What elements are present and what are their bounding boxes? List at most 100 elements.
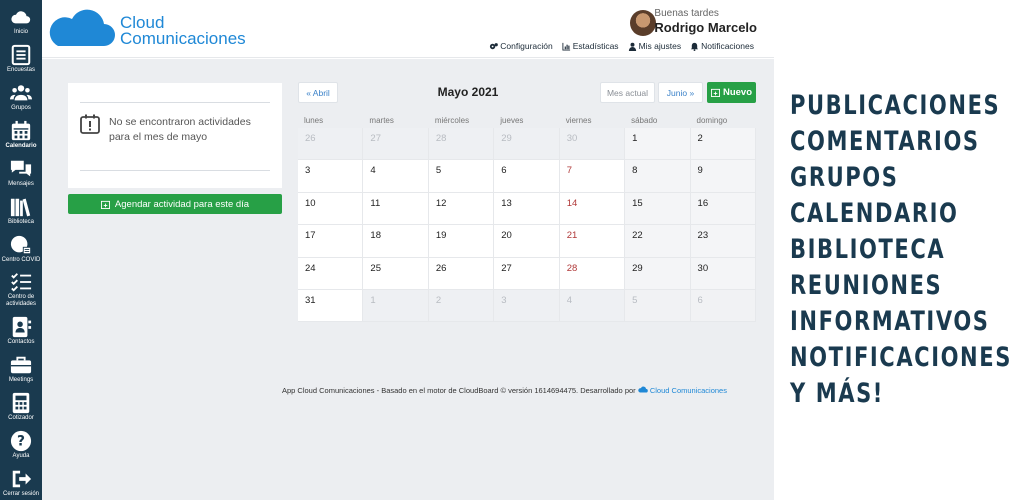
promo-line: REUNIONES — [790, 270, 943, 301]
weekday-label: lunes — [298, 113, 364, 128]
calendar-day[interactable]: 11 — [363, 192, 429, 226]
sidebar-item-contactos[interactable]: Contactos — [0, 316, 42, 346]
sidebar-item-biblioteca[interactable]: Biblioteca — [0, 196, 42, 226]
sidebar-item-covid[interactable]: Centro COVID — [0, 234, 42, 264]
logout-icon — [12, 470, 32, 488]
cloud-icon — [11, 11, 31, 24]
brand-line2: Comunicaciones — [120, 29, 246, 48]
brand-name[interactable]: Cloud Comunicaciones — [120, 14, 246, 48]
calendar-day[interactable]: 24 — [298, 257, 364, 290]
calendar-title: Mayo 2021 — [437, 85, 499, 99]
calendar-day[interactable]: 1 — [625, 128, 691, 161]
footer-link[interactable]: Cloud Comunicaciones — [650, 386, 727, 395]
calendar-day[interactable]: 26 — [428, 257, 495, 290]
calendar-day[interactable]: 31 — [298, 289, 364, 323]
promo-line: Y MÁS! — [790, 378, 884, 409]
nav-mis-ajustes-label: Mis ajustes — [638, 41, 682, 51]
sidebar-item-meetings[interactable]: Meetings — [0, 354, 42, 384]
chart-icon — [562, 42, 570, 51]
avatar[interactable] — [630, 10, 656, 36]
calendar-day[interactable]: 13 — [494, 192, 560, 226]
new-activity-button[interactable]: Nuevo — [707, 82, 756, 103]
main-content: No se encontraron actividades para el me… — [42, 59, 774, 500]
calendar-day[interactable]: 15 — [625, 192, 691, 226]
weekday-label: viernes — [559, 113, 626, 128]
calendar-day[interactable]: 20 — [494, 225, 560, 258]
calendar-day[interactable]: 2 — [690, 128, 756, 161]
sidebar-item-grupos[interactable]: Grupos — [0, 82, 42, 112]
sidebar-item-inicio[interactable]: Inicio — [0, 6, 42, 36]
calendar-day[interactable]: 12 — [428, 192, 495, 226]
calendar-day[interactable]: 21 — [559, 225, 626, 258]
cloud-logo-icon[interactable] — [48, 6, 118, 50]
sidebar-item-label: Cotizador — [8, 415, 34, 421]
calendar-day[interactable]: 16 — [690, 192, 756, 226]
promo-line: PUBLICACIONES — [790, 90, 1001, 121]
sidebar-item-actividades[interactable]: Centro de actividades — [0, 271, 42, 308]
calendar-day[interactable]: 8 — [625, 160, 691, 193]
calendar-day[interactable]: 4 — [363, 160, 429, 193]
sidebar-item-label: Encuestas — [6, 67, 36, 73]
calendar-day[interactable]: 17 — [298, 225, 364, 258]
sidebar-item-ayuda[interactable]: ? Ayuda — [0, 430, 42, 460]
calendar-day[interactable]: 23 — [690, 225, 756, 258]
sidebar-item-mensajes[interactable]: Mensajes — [0, 158, 42, 188]
calendar-day[interactable]: 26 — [298, 128, 364, 161]
promo-line: CALENDARIO — [790, 198, 959, 229]
books-icon — [10, 198, 31, 217]
schedule-activity-button[interactable]: Agendar actividad para este día — [68, 194, 282, 214]
sidebar-item-label: Biblioteca — [7, 219, 34, 225]
group-icon — [10, 85, 32, 101]
activities-panel: No se encontraron actividades para el me… — [68, 83, 282, 188]
calendar-day[interactable]: 5 — [625, 289, 691, 323]
calendar-day[interactable]: 6 — [690, 289, 756, 323]
calendar-day[interactable]: 5 — [428, 160, 495, 193]
promo-line: INFORMATIVOS — [790, 306, 990, 337]
nav-mis-ajustes[interactable]: Mis ajustes — [628, 41, 682, 51]
calendar-day[interactable]: 3 — [298, 160, 364, 193]
nav-notificaciones[interactable]: Notificaciones — [690, 41, 754, 51]
calendar-day[interactable]: 22 — [625, 225, 691, 258]
calendar-day[interactable]: 10 — [298, 192, 364, 226]
calendar-day[interactable]: 7 — [559, 160, 626, 193]
sidebar-item-label: Cerrar sesión — [2, 491, 39, 497]
calendar-day[interactable]: 28 — [428, 128, 495, 161]
calendar-day[interactable]: 2 — [428, 289, 495, 323]
calendar-day[interactable]: 9 — [690, 160, 756, 193]
nav-estadisticas[interactable]: Estadísticas — [562, 41, 619, 51]
promo-line: GRUPOS — [790, 162, 899, 193]
sidebar-item-cotizador[interactable]: Cotizador — [0, 392, 42, 422]
prev-month-button[interactable]: « Abril — [298, 82, 338, 103]
calendar-day[interactable]: 14 — [559, 192, 626, 226]
calendar-day[interactable]: 19 — [428, 225, 495, 258]
nav-notificaciones-label: Notificaciones — [701, 41, 754, 51]
sidebar-item-logout[interactable]: Cerrar sesión — [0, 468, 42, 498]
header-nav: Configuración Estadísticas Mis ajustes N… — [489, 41, 754, 51]
empty-activities-message: No se encontraron actividades para el me… — [109, 116, 251, 143]
svg-text:?: ? — [17, 434, 25, 450]
sidebar-item-calendario[interactable]: Calendario — [0, 120, 42, 150]
calendar-day[interactable]: 30 — [559, 128, 626, 161]
calendar-day[interactable]: 6 — [494, 160, 560, 193]
calendar-day[interactable]: 25 — [363, 257, 429, 290]
sidebar-item-encuestas[interactable]: Encuestas — [0, 44, 42, 74]
calendar-day[interactable]: 30 — [690, 257, 756, 290]
calendar-week: 26 27 28 29 30 1 2 — [298, 128, 756, 161]
next-month-button[interactable]: Junio » — [658, 82, 703, 103]
calendar-day[interactable]: 28 — [559, 257, 626, 290]
current-month-button[interactable]: Mes actual — [600, 82, 655, 103]
calendar-day[interactable]: 1 — [363, 289, 429, 323]
calendar-day[interactable]: 18 — [363, 225, 429, 258]
calendar-day[interactable]: 27 — [494, 257, 560, 290]
calendar-day[interactable]: 3 — [494, 289, 560, 323]
calendar-day[interactable]: 4 — [559, 289, 626, 323]
calendar-day[interactable]: 29 — [625, 257, 691, 290]
calendar-day[interactable]: 29 — [494, 128, 560, 161]
greeting-text: Buenas tardes — [654, 8, 719, 19]
calendar-week: 3456789 — [298, 160, 756, 193]
sidebar: Inicio Encuestas Grupos Calendario Mensa… — [0, 0, 42, 500]
calendar-toolbar: « Abril Mayo 2021 Mes actual Junio » Nue… — [298, 82, 756, 103]
nav-configuracion[interactable]: Configuración — [489, 41, 553, 51]
calendar-day[interactable]: 27 — [363, 128, 429, 161]
sidebar-item-label: Mensajes — [8, 181, 34, 187]
